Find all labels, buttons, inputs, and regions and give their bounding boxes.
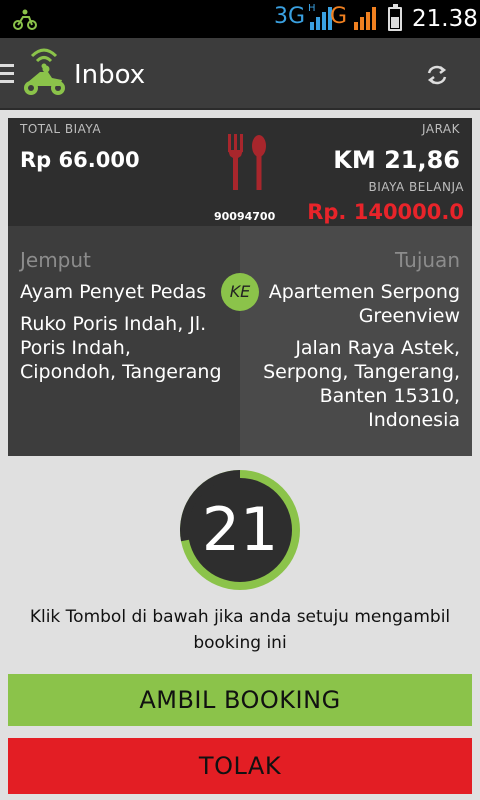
- signal-strength-2-icon: [354, 7, 376, 30]
- order-id: 90094700: [214, 210, 276, 223]
- pickup-name: Ayam Penyet Pedas: [20, 281, 207, 303]
- menu-icon[interactable]: [0, 64, 14, 86]
- destination-header: Tujuan: [394, 248, 460, 272]
- countdown-timer: 21: [179, 470, 300, 590]
- destination-address: Jalan Raya Astek, Serpong, Tangerang, Ba…: [263, 337, 460, 431]
- battery-icon: [388, 4, 402, 31]
- distance-value: KM 21,86: [333, 146, 460, 174]
- status-bar: 3G H G 21.38: [0, 0, 480, 38]
- gojek-driver-icon[interactable]: [22, 46, 66, 98]
- pickup-panel: Jemput Ayam Penyet Pedas Ruko Poris Inda…: [8, 226, 240, 456]
- accept-booking-button[interactable]: AMBIL BOOKING: [8, 674, 472, 726]
- shopping-cost-label: BIAYA BELANJA: [368, 180, 464, 194]
- pickup-header: Jemput: [20, 248, 91, 272]
- total-cost-value: Rp 66.000: [20, 148, 140, 172]
- total-cost-label: TOTAL BIAYA: [20, 122, 102, 136]
- countdown-value: 21: [201, 495, 279, 565]
- distance-label: JARAK: [422, 122, 460, 136]
- network-type-3g: 3G: [274, 4, 306, 29]
- refresh-icon[interactable]: [424, 62, 450, 88]
- instruction-text: Klik Tombol di bawah jika anda setuju me…: [29, 607, 451, 653]
- action-bar: Inbox: [0, 38, 480, 110]
- shopping-cost-value: Rp. 140000.0: [307, 200, 464, 224]
- clock: 21.38: [412, 6, 478, 32]
- cutlery-icon: [228, 134, 266, 190]
- route-card: Jemput Ayam Penyet Pedas Ruko Poris Inda…: [8, 226, 472, 456]
- ke-badge: KE: [221, 273, 259, 311]
- gojek-notification-icon: [13, 9, 37, 30]
- order-summary-card: TOTAL BIAYA Rp 66.000 JARAK KM 21,86 BIA…: [8, 118, 472, 226]
- page-title: Inbox: [74, 60, 146, 90]
- reject-booking-button[interactable]: TOLAK: [8, 738, 472, 794]
- destination-panel: Tujuan Apartemen Serpong Greenview Jalan…: [240, 226, 472, 456]
- destination-name: Apartemen Serpong Greenview: [268, 281, 460, 327]
- network-type-g: G: [330, 4, 348, 29]
- pickup-address: Ruko Poris Indah, Jl. Poris Indah, Cipon…: [20, 313, 222, 383]
